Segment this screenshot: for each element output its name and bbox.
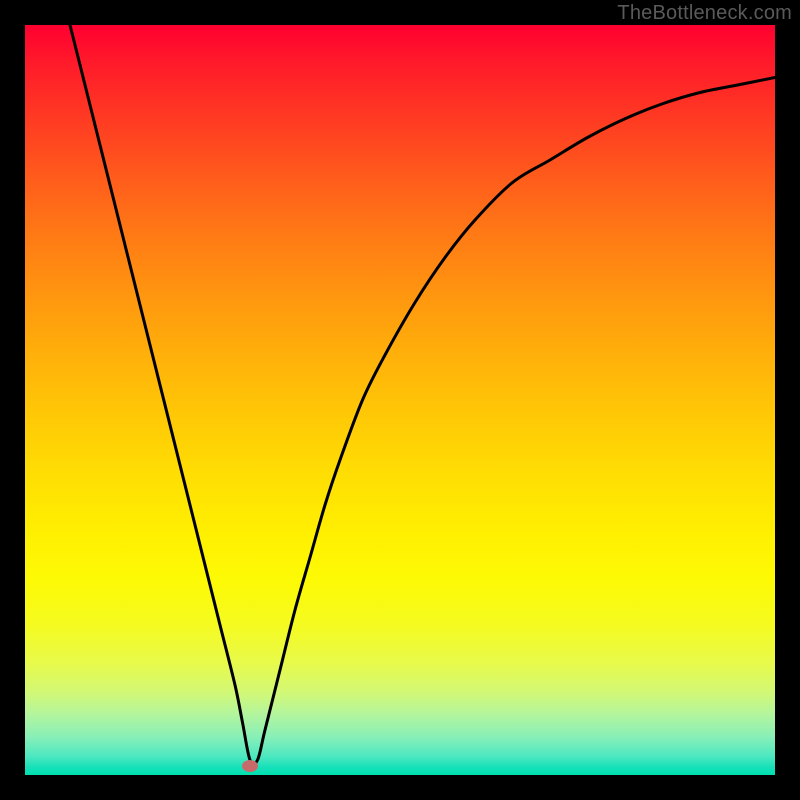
bottleneck-curve [70,25,775,764]
watermark-text: TheBottleneck.com [617,2,792,25]
chart-container: TheBottleneck.com [0,0,800,800]
curve-layer [25,25,775,775]
optimum-marker [242,760,258,772]
plot-area [25,25,775,775]
